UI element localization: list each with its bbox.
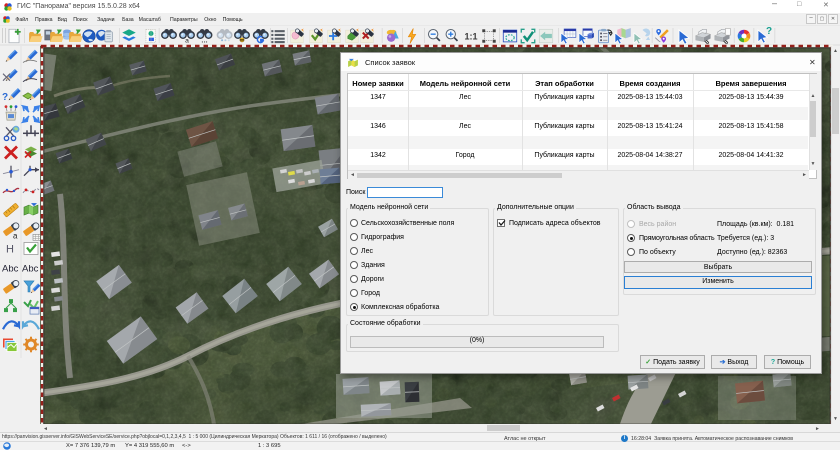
svg-text:?: ? [2, 92, 8, 103]
svg-text:a: a [13, 231, 18, 240]
svg-text:Abc: Abc [2, 264, 19, 275]
svg-text:1:1: 1:1 [464, 32, 477, 42]
svg-text:?: ? [766, 26, 772, 37]
svg-text:Abc: Abc [22, 264, 39, 275]
svg-text:H: H [6, 244, 14, 256]
